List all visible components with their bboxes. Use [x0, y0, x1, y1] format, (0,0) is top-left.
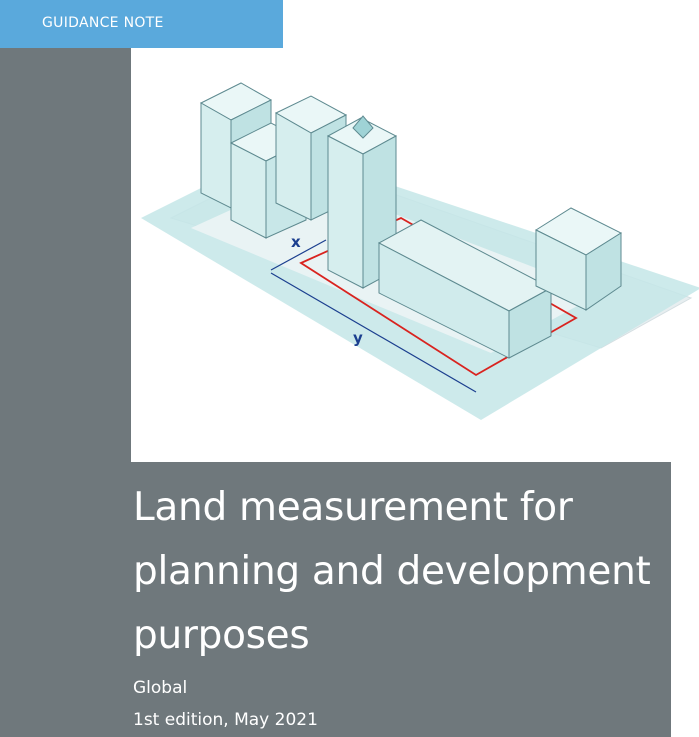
document-title: Land measurement for planning and develo… — [133, 476, 663, 668]
badge-label: GUIDANCE NOTE — [42, 15, 164, 31]
dimension-label-x: x — [291, 233, 301, 251]
site-illustration: x y — [131, 48, 699, 462]
title-line-2: planning and development — [133, 549, 651, 594]
dimension-label-y: y — [353, 329, 363, 347]
cover-page: GUIDANCE NOTE x y Land measurement for p… — [0, 0, 699, 737]
title-line-1: Land measurement for — [133, 485, 573, 530]
isometric-buildings-image: x y — [141, 82, 699, 420]
guidance-note-badge: GUIDANCE NOTE — [0, 0, 283, 48]
region-label: Global — [133, 678, 188, 698]
title-line-3: purposes — [133, 613, 310, 658]
edition-label: 1st edition, May 2021 — [133, 710, 318, 730]
